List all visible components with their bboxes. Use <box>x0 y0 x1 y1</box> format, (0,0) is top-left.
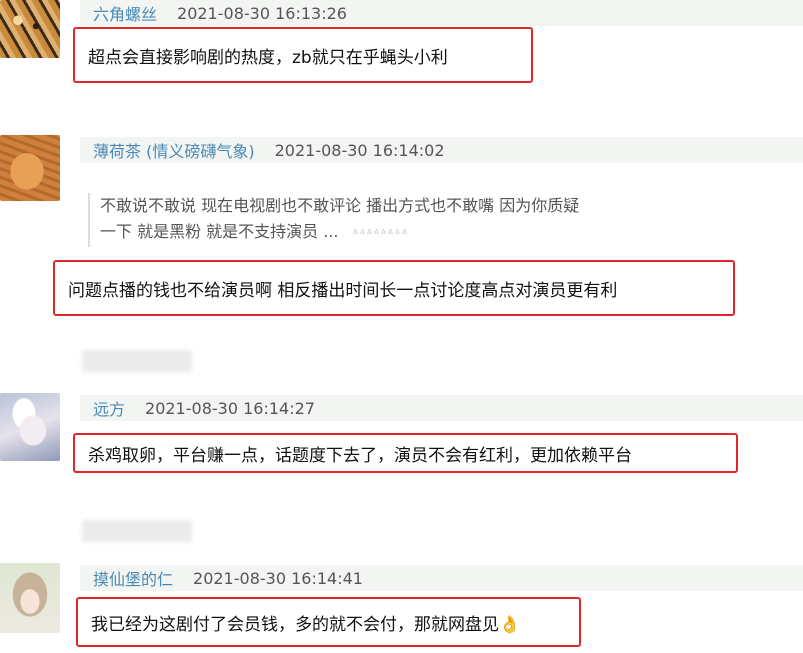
username-link[interactable]: 六角螺丝 <box>93 1 157 25</box>
comment-header: 远方 2021-08-30 16:14:27 <box>80 395 803 421</box>
avatar[interactable] <box>0 563 60 633</box>
comment-header: 薄荷茶 (情义磅礴气象) 2021-08-30 16:14:02 <box>80 137 803 163</box>
comment-text-highlighted: 超点会直接影响剧的热度，zb就只在乎蝇头小利 <box>73 27 533 83</box>
timestamp: 2021-08-30 16:13:26 <box>177 3 347 23</box>
avatar[interactable] <box>0 0 60 58</box>
decorative-glyphs: ᐞᐞᐞᐞᐞᐞᐞᐞ <box>352 227 409 240</box>
username-suffix: (情义磅礴气象) <box>146 142 255 161</box>
avatar[interactable] <box>0 393 60 461</box>
comment-header: 六角螺丝 2021-08-30 16:13:26 <box>80 0 803 26</box>
comment-text-highlighted: 我已经为这剧付了会员钱，多的就不会付，那就网盘见👌 <box>76 597 581 647</box>
timestamp: 2021-08-30 16:14:41 <box>193 568 363 588</box>
username-link[interactable]: 远方 <box>93 396 125 420</box>
comment-text-highlighted: 问题点播的钱也不给演员啊 相反播出时间长一点讨论度高点对演员更有利 <box>53 260 735 316</box>
username-link[interactable]: 薄荷茶 (情义磅礴气象) <box>93 138 255 162</box>
blurred-text <box>82 350 192 372</box>
username: 薄荷茶 <box>93 142 142 161</box>
quoted-reply: 不敢说不敢说 现在电视剧也不敢评论 播出方式也不敢嘴 因为你质疑 一下 就是黑粉… <box>88 193 660 247</box>
timestamp: 2021-08-30 16:14:27 <box>145 398 315 418</box>
comment-text-highlighted: 杀鸡取卵，平台赚一点，话题度下去了，演员不会有红利，更加依赖平台 <box>73 433 738 473</box>
blurred-text <box>82 520 192 542</box>
timestamp: 2021-08-30 16:14:02 <box>274 140 445 160</box>
quote-line: 不敢说不敢说 现在电视剧也不敢评论 播出方式也不敢嘴 因为你质疑 <box>100 196 580 215</box>
username-link[interactable]: 摸仙堡的仁 <box>93 566 173 590</box>
avatar[interactable] <box>0 135 60 201</box>
quote-line: 一下 就是黑粉 就是不支持演员 ... ᐞᐞᐞᐞᐞᐞᐞᐞ <box>100 219 660 247</box>
quote-line-text: 一下 就是黑粉 就是不支持演员 ... <box>100 222 339 241</box>
comment-header: 摸仙堡的仁 2021-08-30 16:14:41 <box>80 565 803 591</box>
